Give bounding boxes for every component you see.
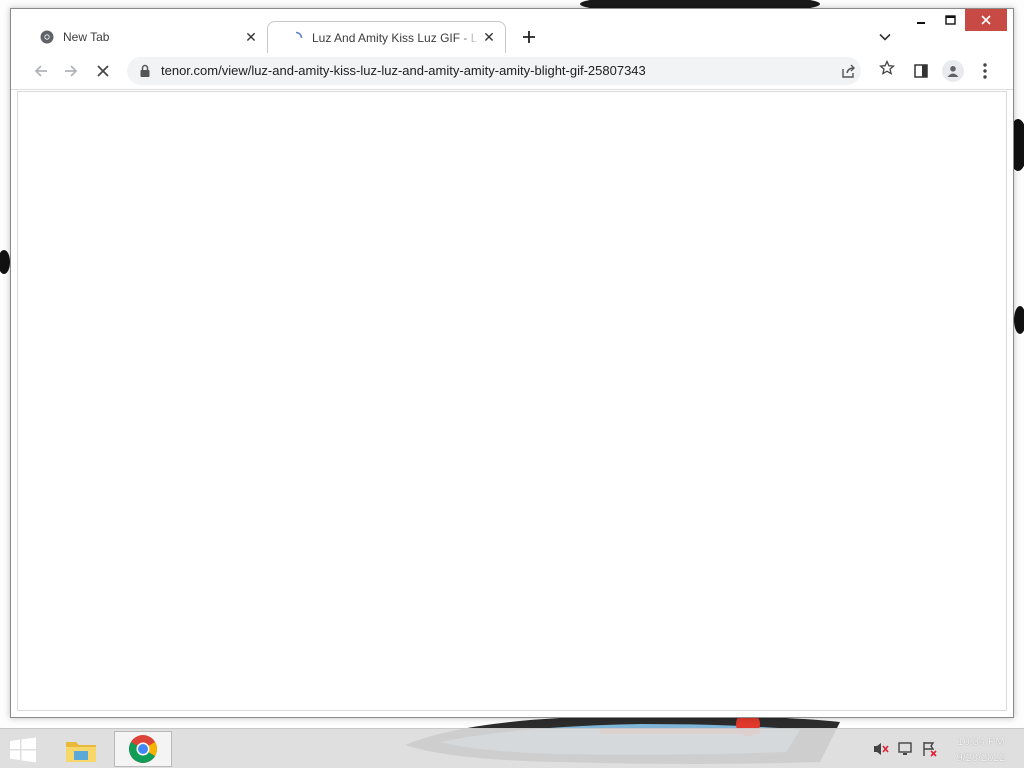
stop-loading-button[interactable] — [91, 59, 115, 83]
chevron-down-icon — [879, 33, 891, 41]
page-content-area[interactable] — [17, 91, 1007, 711]
arrow-left-icon — [34, 65, 47, 77]
lock-icon[interactable] — [139, 64, 151, 78]
system-clock[interactable]: 10:34 PM 9/28/2022 — [946, 734, 1016, 766]
clock-time: 10:34 PM — [957, 736, 1005, 748]
side-panel-button[interactable] — [909, 59, 933, 83]
arrow-right-icon — [65, 65, 78, 77]
tab-search-button[interactable] — [875, 27, 895, 47]
share-button[interactable] — [839, 61, 859, 81]
action-center-icon — [923, 742, 937, 757]
profile-icon — [942, 60, 964, 82]
browser-window: New Tab ✕ Luz And Amity Kiss Luz GIF - L… — [10, 8, 1014, 718]
address-bar[interactable]: tenor.com/view/luz-and-amity-kiss-luz-lu… — [127, 57, 861, 85]
taskbar: 10:34 PM 9/28/2022 — [0, 728, 1024, 768]
close-icon — [981, 15, 991, 25]
network-button[interactable] — [897, 741, 915, 757]
maximize-button[interactable] — [937, 9, 963, 31]
minimize-button[interactable] — [909, 9, 933, 31]
plus-icon — [523, 31, 535, 43]
more-menu-icon — [983, 63, 987, 79]
chrome-taskbar-button[interactable] — [114, 731, 172, 767]
start-button[interactable] — [8, 737, 38, 763]
clock-date: 9/28/2022 — [956, 752, 1006, 764]
side-panel-icon — [914, 64, 928, 78]
chrome-icon — [129, 735, 157, 763]
tab-luz-amity[interactable]: Luz And Amity Kiss Luz GIF - Luz ✕ — [267, 21, 506, 53]
loading-spinner-icon — [288, 30, 304, 46]
file-explorer-taskbar-button[interactable] — [60, 733, 102, 767]
close-icon[interactable]: ✕ — [241, 27, 261, 47]
more-menu-button[interactable] — [973, 59, 997, 83]
tab-title: Luz And Amity Kiss Luz GIF - Luz — [312, 30, 479, 45]
new-tab-button[interactable] — [517, 25, 541, 49]
minimize-icon — [917, 22, 925, 24]
chrome-icon — [39, 29, 55, 45]
volume-button[interactable] — [872, 741, 890, 757]
profile-button[interactable] — [941, 59, 965, 83]
browser-toolbar: tenor.com/view/luz-and-amity-kiss-luz-lu… — [11, 53, 1013, 90]
close-window-button[interactable] — [965, 9, 1007, 31]
tab-new-tab[interactable]: New Tab ✕ — [19, 21, 267, 53]
forward-button[interactable] — [59, 59, 83, 83]
volume-muted-icon — [874, 743, 889, 755]
tab-strip: New Tab ✕ Luz And Amity Kiss Luz GIF - L… — [11, 9, 1013, 53]
action-center-button[interactable] — [921, 741, 939, 757]
back-button[interactable] — [29, 59, 53, 83]
tab-title: New Tab — [63, 30, 110, 44]
share-icon — [842, 64, 855, 78]
network-icon — [898, 742, 912, 755]
close-icon[interactable]: ✕ — [479, 28, 499, 48]
windows-start-icon — [10, 737, 36, 763]
star-icon[interactable] — [879, 60, 895, 76]
file-explorer-icon — [66, 742, 96, 762]
stop-loading-icon — [97, 65, 109, 77]
url-text[interactable]: tenor.com/view/luz-and-amity-kiss-luz-lu… — [161, 63, 646, 78]
maximize-icon — [944, 15, 956, 25]
